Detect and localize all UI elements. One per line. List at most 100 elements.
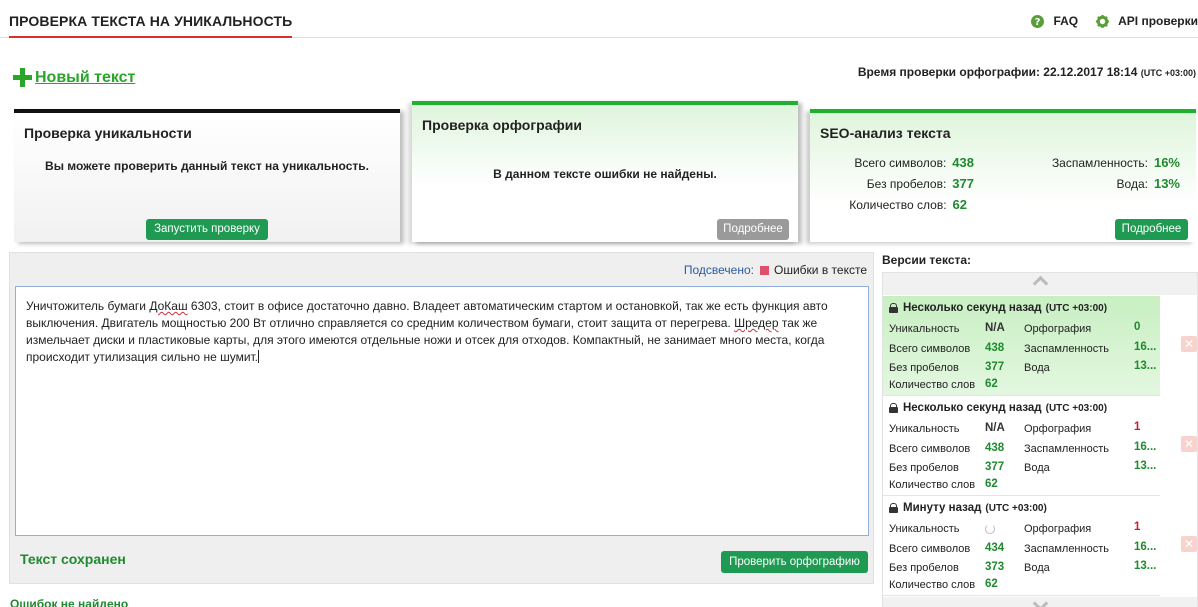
version-water-label: Вода: [1024, 362, 1050, 374]
title-underline: [9, 36, 292, 38]
seo-no-spaces-value: 377: [952, 176, 974, 191]
version-unique-label: Уникальность: [889, 323, 960, 335]
version-time: Несколько секунд назад: [903, 302, 1042, 314]
seo-card-title: SEO-анализ текста: [820, 125, 951, 141]
seo-words-value: 62: [952, 197, 967, 212]
close-icon: ✕: [1183, 337, 1195, 351]
editor-panel: Подсвечено: Ошибки в тексте Уничтожитель…: [9, 252, 874, 584]
lock-icon: [889, 303, 898, 313]
version-spam-label: Заспамленность: [1024, 343, 1109, 355]
seo-no-spaces: Без пробелов: 377: [867, 176, 974, 191]
version-total-value: 434: [985, 542, 1005, 554]
uniqueness-card-title: Проверка уникальности: [24, 125, 192, 141]
spell-time-label: Время проверки орфографии: 22.12.2017 18…: [857, 65, 1138, 79]
spelling-details-button[interactable]: Подробнее: [717, 219, 789, 240]
version-header: Несколько секунд назад (UTC +03:00): [889, 402, 1107, 414]
version-words-label: Количество слов: [889, 379, 976, 391]
seo-card: SEO-анализ текста Всего символов: 438 Без…: [810, 109, 1196, 242]
version-header: Несколько секунд назад (UTC +03:00): [889, 302, 1107, 314]
seo-total-chars-value: 438: [952, 155, 974, 170]
version-water-label: Вода: [1024, 562, 1050, 574]
seo-spam: Заспамленность: 16%: [1052, 155, 1180, 170]
version-unique-value: N/A: [985, 322, 1005, 334]
version-spell-value: 1: [1134, 521, 1141, 533]
new-text-link[interactable]: Новый текст: [12, 67, 135, 89]
version-unique-label: Уникальность: [889, 523, 960, 535]
plus-icon: [12, 67, 34, 89]
seo-no-spaces-label: Без пробелов:: [866, 177, 947, 191]
faq-link[interactable]: ? FAQ: [1031, 14, 1078, 28]
seo-words-label: Количество слов:: [849, 198, 947, 212]
check-spelling-button[interactable]: Проверить орфографию: [721, 551, 868, 573]
version-spell-label: Орфография: [1024, 323, 1092, 335]
version-item[interactable]: Несколько секунд назад (UTC +03:00) Уник…: [883, 396, 1160, 496]
delete-version-button[interactable]: ✕: [1181, 536, 1197, 552]
version-spell-value: 0: [1134, 321, 1141, 333]
question-icon: ?: [1031, 14, 1045, 28]
misspelled-word[interactable]: ДоКаш: [149, 299, 187, 313]
version-water-value: 13...: [1134, 560, 1157, 572]
seo-water-label: Вода:: [1116, 177, 1148, 191]
version-nospace-value: 373: [985, 561, 1005, 573]
seo-water: Вода: 13%: [1117, 176, 1180, 191]
version-spam-label: Заспамленность: [1024, 443, 1109, 455]
version-time: Минуту назад: [903, 502, 982, 514]
delete-version-button[interactable]: ✕: [1181, 336, 1197, 352]
version-nospace-value: 377: [985, 461, 1005, 473]
spell-check-time: Время проверки орфографии: 22.12.2017 18…: [858, 65, 1196, 79]
version-item[interactable]: Минуту назад (UTC +03:00) Уникальность О…: [883, 496, 1160, 596]
uniqueness-card: Проверка уникальности Вы можете проверит…: [14, 109, 400, 242]
version-water-value: 13...: [1134, 460, 1157, 472]
versions-scroll-up[interactable]: [883, 273, 1197, 295]
lock-icon: [889, 503, 898, 513]
uniqueness-card-message: Вы можете проверить данный текст на уник…: [45, 159, 369, 173]
error-color-swatch: [760, 265, 769, 275]
delete-version-button[interactable]: ✕: [1181, 436, 1197, 452]
version-unique-value: N/A: [985, 422, 1005, 434]
version-spam-value: 16...: [1134, 341, 1157, 353]
versions-list: Несколько секунд назад (UTC +03:00) Уник…: [882, 272, 1198, 607]
spelling-card-title: Проверка орфографии: [422, 117, 582, 133]
version-nospace-label: Без пробелов: [889, 362, 959, 374]
version-nospace-value: 377: [985, 361, 1005, 373]
version-nospace-label: Без пробелов: [889, 562, 959, 574]
version-words-value: 62: [985, 578, 998, 590]
text-editor[interactable]: Уничтожитель бумаги ДоКаш 6303, стоит в …: [15, 286, 869, 536]
no-errors-status: Ошибок не найдено: [10, 597, 129, 607]
gear-icon: [1096, 14, 1110, 28]
version-water-value: 13...: [1134, 360, 1157, 372]
version-item[interactable]: Несколько секунд назад (UTC +03:00) Уник…: [883, 296, 1160, 396]
versions-scroll-down[interactable]: [883, 595, 1197, 607]
new-text-label[interactable]: Новый текст: [35, 69, 135, 87]
version-spam-value: 16...: [1134, 441, 1157, 453]
start-check-button[interactable]: Запустить проверку: [146, 219, 268, 240]
api-link[interactable]: API проверки: [1096, 14, 1198, 28]
version-unique-label: Уникальность: [889, 423, 960, 435]
misspelled-word[interactable]: Шредер: [734, 316, 778, 330]
chevron-up-icon: [1032, 275, 1049, 292]
version-words-value: 62: [985, 378, 998, 390]
version-header: Минуту назад (UTC +03:00): [889, 502, 1047, 514]
version-utc: (UTC +03:00): [985, 502, 1047, 514]
version-nospace-label: Без пробелов: [889, 462, 959, 474]
version-words-value: 62: [985, 478, 998, 490]
text-caret: [258, 350, 260, 363]
api-label: API проверки: [1118, 14, 1198, 28]
version-spam-value: 16...: [1134, 541, 1157, 553]
faq-label: FAQ: [1053, 14, 1079, 28]
version-words-label: Количество слов: [889, 579, 976, 591]
version-words-label: Количество слов: [889, 479, 976, 491]
seo-details-button[interactable]: Подробнее: [1115, 219, 1188, 240]
svg-text:?: ?: [1035, 17, 1041, 28]
version-total-label: Всего символов: [889, 543, 971, 555]
version-total-value: 438: [985, 442, 1005, 454]
version-spell-label: Орфография: [1024, 423, 1092, 435]
seo-spam-label: Заспамленность:: [1051, 156, 1148, 170]
page-title: ПРОВЕРКА ТЕКСТА НА УНИКАЛЬНОСТЬ: [9, 13, 293, 29]
version-utc: (UTC +03:00): [1045, 402, 1108, 414]
chevron-down-icon: [1032, 595, 1049, 607]
seo-total-chars-label: Всего символов:: [854, 156, 947, 170]
seo-spam-value: 16%: [1153, 155, 1180, 170]
version-utc: (UTC +03:00): [1045, 302, 1108, 314]
version-total-label: Всего символов: [889, 343, 971, 355]
